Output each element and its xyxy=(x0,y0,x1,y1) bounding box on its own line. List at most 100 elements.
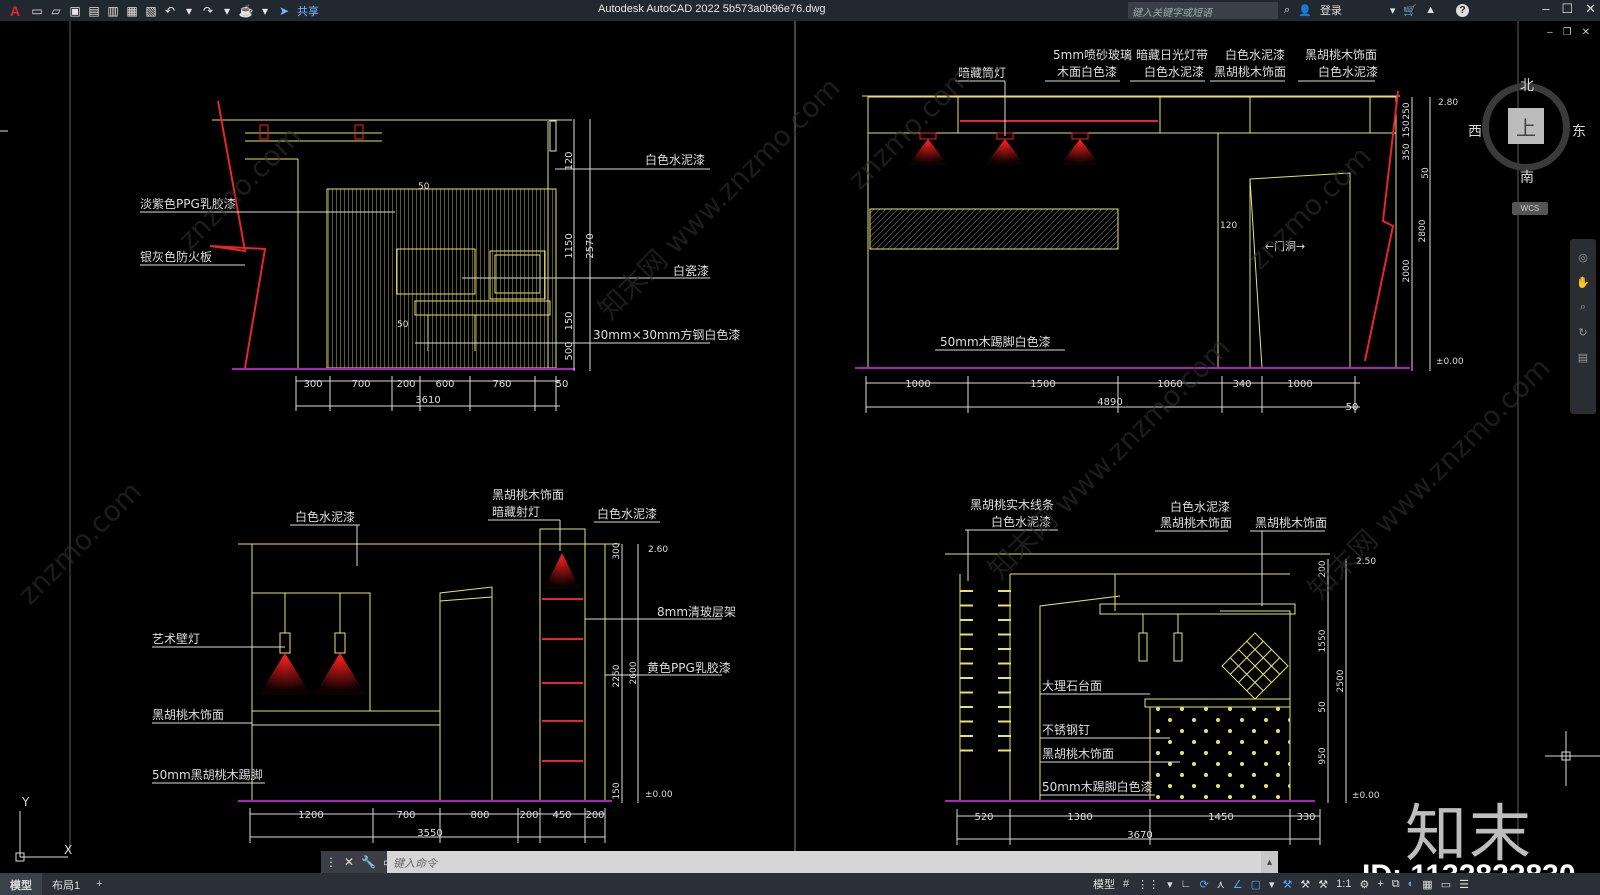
login-button[interactable]: 登录 xyxy=(1320,2,1342,18)
bl-level-floor: ±0.00 xyxy=(645,790,673,800)
share-icon[interactable]: ➤ xyxy=(276,3,292,19)
command-history-icon[interactable]: ▴ xyxy=(1261,857,1278,868)
command-close-icon[interactable]: ✕ xyxy=(344,855,354,869)
customize-dropdown-icon[interactable]: ▾ xyxy=(257,3,273,19)
br-label-skirting: 50mm木踢脚白色漆 xyxy=(1042,779,1153,794)
user-icon[interactable]: 👤 xyxy=(1298,4,1312,17)
command-customize-icon[interactable]: 🔧 xyxy=(361,855,376,869)
bl-label-skirting: 50mm黑胡桃木踢脚 xyxy=(152,767,263,782)
share-button[interactable]: 共享 xyxy=(297,3,319,19)
tr-vdim-label: 2000 xyxy=(1402,259,1412,282)
bl-dim-label: 450 xyxy=(552,810,571,821)
hardware-acceleration-icon[interactable]: ▦ xyxy=(1422,878,1432,891)
object-snap-icon[interactable]: ▢ xyxy=(1251,878,1261,891)
br-vdim-label: 50 xyxy=(1318,701,1328,713)
save-as-icon[interactable]: ▤ xyxy=(86,3,102,19)
undo-dropdown-icon[interactable]: ▾ xyxy=(181,3,197,19)
snap-icon[interactable]: ⋮⋮ xyxy=(1137,878,1159,891)
polar-tracking-icon[interactable]: ⟳ xyxy=(1199,878,1208,891)
tl-dim-label: 300 xyxy=(303,379,322,390)
infer-constraints-icon[interactable]: ▾ xyxy=(1167,878,1173,891)
tl-ceiling-light-2 xyxy=(354,124,364,140)
autodesk-icon[interactable]: ▲ xyxy=(1425,4,1436,16)
annotation-visibility-icon[interactable]: ⚒ xyxy=(1283,878,1293,891)
br-label-walnut: 黑胡桃木饰面 xyxy=(1160,515,1232,530)
workspace-icon[interactable]: ☕ xyxy=(238,3,254,19)
drawing-minimize-icon[interactable]: – xyxy=(1547,27,1553,38)
object-snap-tracking-icon[interactable]: ∠ xyxy=(1233,878,1243,891)
command-grip-icon[interactable]: ⋮ xyxy=(325,855,337,869)
compass-west[interactable]: 西 xyxy=(1468,121,1482,141)
lineweight-icon[interactable]: ▾ xyxy=(1269,878,1275,891)
quick-properties-icon[interactable]: ⧉ xyxy=(1392,878,1400,891)
compass-east[interactable]: 东 xyxy=(1572,121,1586,141)
tl-vdim-label: 120 xyxy=(564,151,575,170)
view-cube[interactable]: 上 北 南 西 东 WCS xyxy=(1468,59,1590,215)
annotation-scale-value[interactable]: 1:1 xyxy=(1336,878,1351,890)
tab-model[interactable]: 模型 xyxy=(0,873,42,895)
maximize-icon[interactable]: ☐ xyxy=(1561,1,1573,17)
ucs-y-label: Y xyxy=(21,795,30,809)
new-file-icon[interactable]: ▭ xyxy=(29,3,45,19)
units-icon[interactable]: + xyxy=(1377,878,1383,890)
tl-dim-label: 600 xyxy=(435,379,454,390)
clean-screen-icon[interactable]: ▭ xyxy=(1441,878,1451,891)
undo-icon[interactable]: ↶ xyxy=(162,3,178,19)
close-icon[interactable]: ✕ xyxy=(1585,1,1596,17)
drawing-restore-icon[interactable]: ❐ xyxy=(1563,27,1572,38)
bl-dim-label: 1200 xyxy=(298,810,323,821)
br-label-steel-stud: 不锈钢钉 xyxy=(1042,723,1090,737)
plot-icon[interactable]: ▧ xyxy=(143,3,159,19)
search-input[interactable]: 键入关键字或短语 xyxy=(1128,2,1278,19)
autocad-window: A ▭ ▱ ▣ ▤ ▥ ▦ ▧ ↶ ▾ ↷ ▾ ☕ ▾ ➤ 共享 Autodes… xyxy=(0,0,1600,895)
login-dropdown-icon[interactable]: ▾ xyxy=(1390,4,1396,17)
cad-drawing-svg[interactable]: Y X 300 700 200 600 760 50 3610 120 1150 150 500 2570… xyxy=(0,21,1600,873)
annotation-scale-icon[interactable]: ⚒ xyxy=(1318,878,1328,891)
save-to-web-icon[interactable]: ▦ xyxy=(124,3,140,19)
orbit-icon[interactable]: ↻ xyxy=(1570,326,1596,339)
steering-wheel-icon[interactable]: ◎ xyxy=(1570,251,1596,264)
showmotion-icon[interactable]: ▤ xyxy=(1570,351,1596,364)
open-from-web-icon[interactable]: ▥ xyxy=(105,3,121,19)
ortho-icon[interactable]: ∟ xyxy=(1181,878,1192,890)
zoom-icon[interactable]: ⌕ xyxy=(1570,301,1596,314)
bl-art-lamp xyxy=(334,632,346,654)
autocad-logo-icon[interactable]: A xyxy=(4,3,26,19)
wcs-menu[interactable]: WCS xyxy=(1512,202,1548,215)
drawing-window-controls: – ❐ ✕ xyxy=(1547,27,1590,38)
tr-door-swing xyxy=(1249,178,1263,369)
help-icon[interactable]: ? xyxy=(1456,3,1469,17)
save-icon[interactable]: ▣ xyxy=(67,3,83,19)
add-layout-button[interactable]: + xyxy=(90,878,108,890)
redo-icon[interactable]: ↷ xyxy=(200,3,216,19)
tr-vdim-label: 50 xyxy=(1421,167,1431,179)
watermark-diagonal: 知末网 www.znzmo.com xyxy=(982,331,1237,586)
compass-north[interactable]: 北 xyxy=(1520,75,1534,95)
tr-dim-total-label: 4890 xyxy=(1097,397,1122,408)
isodraft-icon[interactable]: ⋏ xyxy=(1217,878,1225,891)
bl-dim-label: 800 xyxy=(470,810,489,821)
br-pendant xyxy=(1138,632,1148,662)
br-dim-label: 520 xyxy=(974,812,993,823)
command-input[interactable]: 键入命令 xyxy=(387,851,1261,873)
workspace-switch-icon[interactable]: ⚙ xyxy=(1359,878,1369,891)
model-space-button[interactable]: 模型 xyxy=(1093,876,1115,892)
bl-label-walnut-2: 黑胡桃木饰面 xyxy=(152,707,224,722)
compass-south[interactable]: 南 xyxy=(1520,167,1534,187)
customization-icon[interactable]: ☰ xyxy=(1459,878,1469,891)
drawing-close-icon[interactable]: ✕ xyxy=(1582,27,1590,38)
search-icon[interactable]: ⌕ xyxy=(1284,4,1290,17)
tl-label-white-enamel: 白瓷漆 xyxy=(673,263,709,278)
cart-icon[interactable]: 🛒 xyxy=(1403,4,1417,17)
grid-icon[interactable]: # xyxy=(1123,878,1129,890)
auto-scale-icon[interactable]: ⚒ xyxy=(1300,878,1310,891)
minimize-icon[interactable]: – xyxy=(1542,1,1549,17)
view-cube-top-face[interactable]: 上 xyxy=(1508,108,1544,144)
tr-vdim-label: 250 xyxy=(1402,102,1412,119)
drawing-canvas[interactable]: Y X 300 700 200 600 760 50 3610 120 1150 150 500 2570… xyxy=(0,21,1600,892)
pan-icon[interactable]: ✋ xyxy=(1570,276,1596,289)
open-folder-icon[interactable]: ▱ xyxy=(48,3,64,19)
isolate-objects-icon[interactable]: ◐ xyxy=(1408,878,1415,890)
tab-layout1[interactable]: 布局1 xyxy=(42,873,90,895)
redo-dropdown-icon[interactable]: ▾ xyxy=(219,3,235,19)
